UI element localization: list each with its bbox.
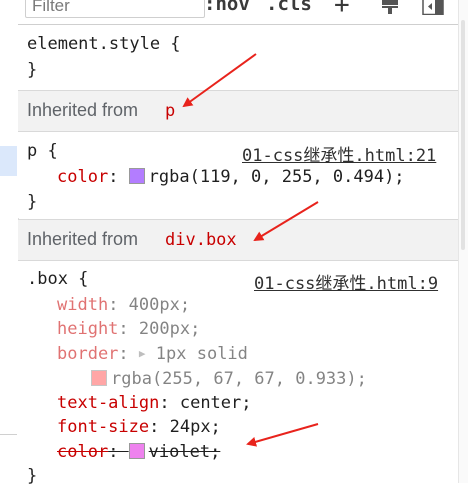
color-swatch-icon[interactable]: [91, 370, 107, 386]
property-name: height: [57, 319, 119, 339]
filter-input[interactable]: Filter: [25, 0, 205, 18]
scrollbar-thumb[interactable]: [461, 20, 465, 250]
color-swatch-icon[interactable]: [128, 168, 145, 184]
property-value: center;: [179, 393, 252, 413]
property-name: color: [57, 167, 109, 187]
left-panel-strip: [0, 0, 19, 483]
p-rule-close-brace: }: [27, 192, 38, 212]
inherited-selector-divbox[interactable]: div.box: [165, 230, 237, 250]
p-rule-source-link[interactable]: 01-css继承性.html:21: [242, 141, 436, 166]
toggle-sidebar-icon[interactable]: [422, 0, 444, 15]
property-value: 1px solid: [155, 344, 248, 364]
element-style-section: element.style { }: [18, 25, 458, 90]
box-rule-close-brace: }: [27, 466, 38, 486]
property-value: rgba(255, 67, 67, 0.933);: [111, 369, 367, 389]
left-panel-divider: [0, 434, 17, 435]
p-rule-section: p { 01-css继承性.html:21 color: rgba(119, 0…: [18, 132, 458, 218]
left-panel-selected-row[interactable]: [0, 146, 17, 176]
inherited-selector-p[interactable]: p: [165, 101, 175, 121]
box-rule-source-link[interactable]: 01-css继承性.html:9: [254, 269, 438, 294]
inherited-label: Inherited from: [27, 229, 139, 249]
property-value: 400px;: [128, 295, 191, 315]
property-name: text-align: [57, 393, 160, 413]
new-style-rule-button[interactable]: +: [334, 0, 350, 20]
box-text-align-declaration[interactable]: text-align: center;: [57, 393, 252, 413]
element-style-close-brace: }: [27, 60, 38, 80]
color-swatch-icon[interactable]: [128, 443, 145, 459]
box-rule-selector[interactable]: .box {: [27, 269, 88, 289]
cls-button[interactable]: .cls: [266, 0, 312, 15]
hov-button[interactable]: :hov: [204, 0, 250, 15]
expand-triangle-icon[interactable]: ▶: [139, 344, 146, 364]
styles-toolbar: Filter :hov .cls +: [18, 0, 458, 25]
property-name: color: [57, 442, 109, 462]
inherited-from-divbox-header: Inherited from div.box: [18, 219, 458, 261]
box-width-declaration[interactable]: width: 400px;: [57, 295, 190, 315]
inherited-label: Inherited from: [27, 100, 139, 120]
box-rule-section: .box { 01-css继承性.html:9 width: 400px; he…: [18, 261, 458, 486]
box-font-size-declaration[interactable]: font-size: 24px;: [57, 417, 221, 437]
property-name: border: [57, 344, 119, 364]
inherited-from-p-header: Inherited from p: [18, 90, 458, 132]
property-name: font-size: [57, 417, 150, 437]
property-value: 200px;: [138, 319, 201, 339]
box-border-color-value[interactable]: rgba(255, 67, 67, 0.933);: [91, 369, 367, 389]
paint-brush-icon[interactable]: [380, 0, 400, 14]
box-color-declaration-overridden[interactable]: color: violet;: [57, 442, 220, 462]
p-rule-selector[interactable]: p {: [27, 141, 58, 161]
box-border-declaration[interactable]: border: ▶ 1px solid: [57, 344, 248, 364]
property-value: 24px;: [169, 417, 221, 437]
property-name: width: [57, 295, 109, 315]
property-value: violet;: [148, 442, 221, 462]
p-color-declaration[interactable]: color: rgba(119, 0, 255, 0.494);: [57, 167, 405, 187]
element-style-selector[interactable]: element.style {: [27, 34, 181, 54]
box-height-declaration[interactable]: height: 200px;: [57, 319, 200, 339]
property-value: rgba(119, 0, 255, 0.494);: [148, 167, 405, 187]
